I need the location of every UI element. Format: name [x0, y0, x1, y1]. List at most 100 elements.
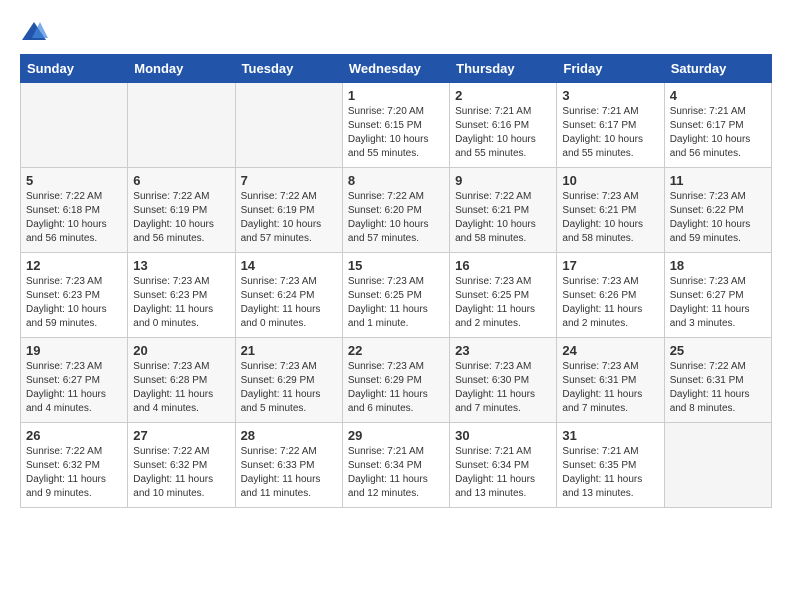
day-number: 21	[241, 343, 337, 358]
calendar-cell: 5 Sunrise: 7:22 AM Sunset: 6:18 PM Daylig…	[21, 168, 128, 253]
day-number: 15	[348, 258, 444, 273]
calendar-week-row: 1 Sunrise: 7:20 AM Sunset: 6:15 PM Daylig…	[21, 83, 772, 168]
calendar-cell: 19 Sunrise: 7:23 AM Sunset: 6:27 PM Dayli…	[21, 338, 128, 423]
generalblue-logo-icon	[20, 20, 48, 44]
day-info: Sunrise: 7:23 AM Sunset: 6:25 PM Dayligh…	[348, 275, 444, 331]
day-number: 7	[241, 173, 337, 188]
calendar-cell: 1 Sunrise: 7:20 AM Sunset: 6:15 PM Daylig…	[342, 83, 449, 168]
calendar-cell	[664, 423, 771, 508]
day-info: Sunrise: 7:22 AM Sunset: 6:20 PM Dayligh…	[348, 190, 444, 246]
day-info: Sunrise: 7:23 AM Sunset: 6:29 PM Dayligh…	[348, 360, 444, 416]
day-number: 17	[562, 258, 658, 273]
calendar-cell	[128, 83, 235, 168]
day-info: Sunrise: 7:21 AM Sunset: 6:34 PM Dayligh…	[348, 445, 444, 501]
day-number: 11	[670, 173, 766, 188]
day-info: Sunrise: 7:23 AM Sunset: 6:31 PM Dayligh…	[562, 360, 658, 416]
day-info: Sunrise: 7:22 AM Sunset: 6:33 PM Dayligh…	[241, 445, 337, 501]
calendar-cell: 16 Sunrise: 7:23 AM Sunset: 6:25 PM Dayli…	[450, 253, 557, 338]
day-number: 13	[133, 258, 229, 273]
day-info: Sunrise: 7:23 AM Sunset: 6:29 PM Dayligh…	[241, 360, 337, 416]
calendar-week-row: 5 Sunrise: 7:22 AM Sunset: 6:18 PM Daylig…	[21, 168, 772, 253]
day-number: 18	[670, 258, 766, 273]
day-number: 16	[455, 258, 551, 273]
day-info: Sunrise: 7:22 AM Sunset: 6:21 PM Dayligh…	[455, 190, 551, 246]
weekday-header-wednesday: Wednesday	[342, 55, 449, 83]
day-number: 14	[241, 258, 337, 273]
day-info: Sunrise: 7:23 AM Sunset: 6:27 PM Dayligh…	[670, 275, 766, 331]
calendar-cell: 26 Sunrise: 7:22 AM Sunset: 6:32 PM Dayli…	[21, 423, 128, 508]
day-info: Sunrise: 7:20 AM Sunset: 6:15 PM Dayligh…	[348, 105, 444, 161]
day-number: 12	[26, 258, 122, 273]
calendar-cell: 23 Sunrise: 7:23 AM Sunset: 6:30 PM Dayli…	[450, 338, 557, 423]
day-number: 30	[455, 428, 551, 443]
day-info: Sunrise: 7:22 AM Sunset: 6:32 PM Dayligh…	[26, 445, 122, 501]
day-info: Sunrise: 7:22 AM Sunset: 6:18 PM Dayligh…	[26, 190, 122, 246]
calendar-cell: 11 Sunrise: 7:23 AM Sunset: 6:22 PM Dayli…	[664, 168, 771, 253]
logo	[20, 20, 52, 44]
page-header	[20, 20, 772, 44]
day-number: 26	[26, 428, 122, 443]
weekday-header-monday: Monday	[128, 55, 235, 83]
day-info: Sunrise: 7:23 AM Sunset: 6:25 PM Dayligh…	[455, 275, 551, 331]
calendar-cell: 22Sunrise: 7:23 AM Sunset: 6:29 PM Dayli…	[342, 338, 449, 423]
day-number: 24	[562, 343, 658, 358]
day-number: 23	[455, 343, 551, 358]
day-info: Sunrise: 7:21 AM Sunset: 6:17 PM Dayligh…	[562, 105, 658, 161]
day-number: 10	[562, 173, 658, 188]
day-info: Sunrise: 7:23 AM Sunset: 6:24 PM Dayligh…	[241, 275, 337, 331]
calendar-cell: 31 Sunrise: 7:21 AM Sunset: 6:35 PM Dayli…	[557, 423, 664, 508]
day-info: Sunrise: 7:23 AM Sunset: 6:28 PM Dayligh…	[133, 360, 229, 416]
calendar-cell: 25 Sunrise: 7:22 AM Sunset: 6:31 PM Dayli…	[664, 338, 771, 423]
calendar-cell: 29 Sunrise: 7:21 AM Sunset: 6:34 PM Dayli…	[342, 423, 449, 508]
calendar-cell: 21 Sunrise: 7:23 AM Sunset: 6:29 PM Dayli…	[235, 338, 342, 423]
day-info: Sunrise: 7:23 AM Sunset: 6:30 PM Dayligh…	[455, 360, 551, 416]
day-number: 19	[26, 343, 122, 358]
day-number: 5	[26, 173, 122, 188]
day-number: 25	[670, 343, 766, 358]
day-number: 1	[348, 88, 444, 103]
day-info: Sunrise: 7:22 AM Sunset: 6:19 PM Dayligh…	[133, 190, 229, 246]
day-info: Sunrise: 7:22 AM Sunset: 6:32 PM Dayligh…	[133, 445, 229, 501]
day-info: Sunrise: 7:21 AM Sunset: 6:17 PM Dayligh…	[670, 105, 766, 161]
calendar-cell: 14 Sunrise: 7:23 AM Sunset: 6:24 PM Dayli…	[235, 253, 342, 338]
weekday-header-friday: Friday	[557, 55, 664, 83]
calendar-cell: 12 Sunrise: 7:23 AM Sunset: 6:23 PM Dayli…	[21, 253, 128, 338]
day-info: Sunrise: 7:23 AM Sunset: 6:22 PM Dayligh…	[670, 190, 766, 246]
day-info: Sunrise: 7:21 AM Sunset: 6:35 PM Dayligh…	[562, 445, 658, 501]
calendar-cell: 10 Sunrise: 7:23 AM Sunset: 6:21 PM Dayli…	[557, 168, 664, 253]
day-info: Sunrise: 7:22 AM Sunset: 6:19 PM Dayligh…	[241, 190, 337, 246]
calendar-week-row: 12 Sunrise: 7:23 AM Sunset: 6:23 PM Dayli…	[21, 253, 772, 338]
day-info: Sunrise: 7:22 AM Sunset: 6:31 PM Dayligh…	[670, 360, 766, 416]
calendar-cell	[21, 83, 128, 168]
calendar-cell: 3 Sunrise: 7:21 AM Sunset: 6:17 PM Daylig…	[557, 83, 664, 168]
day-number: 3	[562, 88, 658, 103]
day-number: 29	[348, 428, 444, 443]
weekday-header-saturday: Saturday	[664, 55, 771, 83]
calendar-cell: 8 Sunrise: 7:22 AM Sunset: 6:20 PM Daylig…	[342, 168, 449, 253]
calendar-cell: 4Sunrise: 7:21 AM Sunset: 6:17 PM Daylig…	[664, 83, 771, 168]
day-number: 31	[562, 428, 658, 443]
calendar-cell: 28Sunrise: 7:22 AM Sunset: 6:33 PM Dayli…	[235, 423, 342, 508]
day-number: 9	[455, 173, 551, 188]
day-number: 2	[455, 88, 551, 103]
weekday-header-sunday: Sunday	[21, 55, 128, 83]
calendar-cell	[235, 83, 342, 168]
calendar-cell: 9 Sunrise: 7:22 AM Sunset: 6:21 PM Daylig…	[450, 168, 557, 253]
calendar-cell: 30Sunrise: 7:21 AM Sunset: 6:34 PM Dayli…	[450, 423, 557, 508]
calendar-cell: 27Sunrise: 7:22 AM Sunset: 6:32 PM Dayli…	[128, 423, 235, 508]
weekday-header-tuesday: Tuesday	[235, 55, 342, 83]
weekday-header-row: SundayMondayTuesdayWednesdayThursdayFrid…	[21, 55, 772, 83]
day-number: 8	[348, 173, 444, 188]
day-info: Sunrise: 7:23 AM Sunset: 6:27 PM Dayligh…	[26, 360, 122, 416]
weekday-header-thursday: Thursday	[450, 55, 557, 83]
calendar-cell: 20 Sunrise: 7:23 AM Sunset: 6:28 PM Dayli…	[128, 338, 235, 423]
calendar-cell: 6Sunrise: 7:22 AM Sunset: 6:19 PM Daylig…	[128, 168, 235, 253]
day-info: Sunrise: 7:23 AM Sunset: 6:21 PM Dayligh…	[562, 190, 658, 246]
calendar-cell: 24 Sunrise: 7:23 AM Sunset: 6:31 PM Dayli…	[557, 338, 664, 423]
day-number: 20	[133, 343, 229, 358]
calendar-cell: 17 Sunrise: 7:23 AM Sunset: 6:26 PM Dayli…	[557, 253, 664, 338]
day-info: Sunrise: 7:23 AM Sunset: 6:23 PM Dayligh…	[133, 275, 229, 331]
day-info: Sunrise: 7:23 AM Sunset: 6:23 PM Dayligh…	[26, 275, 122, 331]
day-info: Sunrise: 7:23 AM Sunset: 6:26 PM Dayligh…	[562, 275, 658, 331]
calendar-table: SundayMondayTuesdayWednesdayThursdayFrid…	[20, 54, 772, 508]
